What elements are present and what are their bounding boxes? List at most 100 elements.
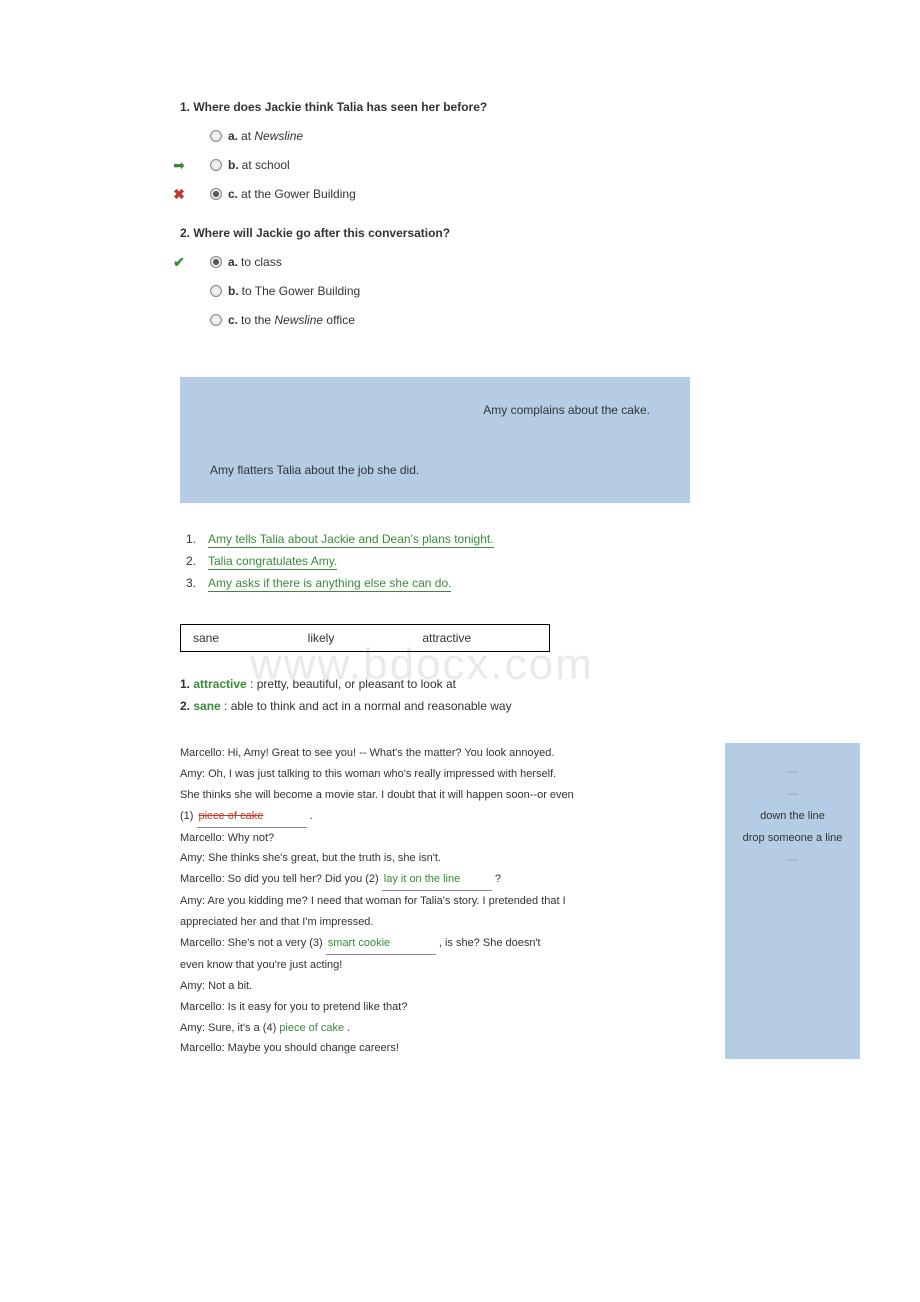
dlg-l4a: (1) (180, 810, 197, 822)
dlg-l4: (1) piece of cake . (180, 806, 705, 828)
radio-icon-selected[interactable] (210, 188, 222, 200)
ordered-answers: 1. Amy tells Talia about Jackie and Dean'… (180, 528, 860, 594)
word-bank: sane likely attractive (180, 624, 550, 652)
blank-1[interactable]: piece of cake (197, 806, 307, 828)
dlg-l10b: , is she? She doesn't (436, 937, 541, 949)
q1-b-label: b. (228, 158, 239, 172)
q2-a-text: to class (241, 255, 282, 269)
dialogue-section: Marcello: Hi, Amy! Great to see you! -- … (180, 743, 860, 1059)
definition-1: 1. attractive : pretty, beautiful, or pl… (180, 677, 860, 691)
q1-option-a[interactable]: a. at Newsline (180, 129, 860, 143)
dlg-l12: Amy: Not a bit. (180, 976, 705, 997)
q1-b-text: at school (242, 158, 290, 172)
dlg-l6: Amy: She thinks she's great, but the tru… (180, 848, 705, 869)
q2-option-b[interactable]: b. to The Gower Building (180, 284, 860, 298)
word-sane: sane (193, 631, 308, 645)
word-attractive: attractive (422, 631, 537, 645)
list-item-3: 3. Amy asks if there is anything else she… (180, 572, 860, 594)
arrow-icon (170, 156, 188, 174)
dlg-l9: appreciated her and that I'm impressed. (180, 912, 705, 933)
radio-icon[interactable] (210, 159, 222, 171)
dlg-l15: Marcello: Maybe you should change career… (180, 1038, 705, 1059)
dlg-l7b: ? (492, 873, 501, 885)
q2-b-text: to The Gower Building (242, 284, 361, 298)
dlg-l2: Amy: Oh, I was just talking to this woma… (180, 764, 705, 785)
ordering-box: |Amy complains about the cake. Amy flatt… (180, 377, 690, 503)
q1-a-pre: at (241, 129, 254, 143)
li2-num: 2. (186, 554, 196, 568)
q2-prompt: Where will Jackie go after this conversa… (193, 226, 450, 240)
idiom-1: down the line (737, 805, 848, 827)
q1-c-text: at the Gower Building (241, 187, 356, 201)
blank-3[interactable]: smart cookie (326, 933, 436, 955)
dlg-l14a: Amy: Sure, it's a (4) (180, 1022, 279, 1034)
box-text-1: Amy complains about the cake. (483, 403, 650, 417)
radio-icon[interactable] (210, 130, 222, 142)
q1-c-label: c. (228, 187, 238, 201)
dlg-l4b: . (307, 810, 313, 822)
dlg-l14b: . (344, 1022, 350, 1034)
q1-prompt: Where does Jackie think Talia has seen h… (193, 100, 487, 114)
x-icon (170, 185, 188, 203)
q1-option-c[interactable]: c. at the Gower Building (180, 187, 860, 201)
box-text-2: Amy flatters Talia about the job she did… (210, 455, 660, 485)
li3-text: Amy asks if there is anything else she c… (208, 576, 451, 592)
blank-4[interactable]: piece of cake (279, 1022, 344, 1034)
list-item-1: 1. Amy tells Talia about Jackie and Dean'… (180, 528, 860, 550)
question-2: 2. Where will Jackie go after this conve… (180, 226, 860, 327)
dlg-l3: She thinks she will become a movie star.… (180, 785, 705, 806)
li1-num: 1. (186, 532, 196, 546)
q1-a-italic: Newsline (254, 129, 303, 143)
li3-num: 3. (186, 576, 196, 590)
q2-a-label: a. (228, 255, 238, 269)
def1-text: : pretty, beautiful, or pleasant to look… (247, 677, 456, 691)
word-likely: likely (308, 631, 423, 645)
question-1: 1. Where does Jackie think Talia has see… (180, 100, 860, 201)
q2-option-c[interactable]: c. to the Newsline office (180, 313, 860, 327)
check-icon (170, 253, 188, 271)
list-item-2: 2. Talia congratulates Amy. (180, 550, 860, 572)
q1-a-text: at Newsline (241, 129, 303, 143)
dlg-l10a: Marcello: She's not a very (3) (180, 937, 326, 949)
q2-c-italic: Newsline (274, 313, 323, 327)
li1-text: Amy tells Talia about Jackie and Dean's … (208, 532, 494, 548)
dlg-l11: even know that you're just acting! (180, 955, 705, 976)
page-content: 1. Where does Jackie think Talia has see… (180, 100, 860, 1059)
q2-option-a[interactable]: a. to class (180, 255, 860, 269)
radio-icon[interactable] (210, 314, 222, 326)
dlg-l5: Marcello: Why not? (180, 828, 705, 849)
question-1-text: 1. Where does Jackie think Talia has see… (180, 100, 860, 114)
dialogue-text: Marcello: Hi, Amy! Great to see you! -- … (180, 743, 705, 1059)
radio-icon-selected[interactable] (210, 256, 222, 268)
dlg-l1: Marcello: Hi, Amy! Great to see you! -- … (180, 743, 705, 764)
idiom-2: drop someone a line (737, 827, 848, 849)
dash-2: — (737, 783, 848, 805)
q2-b-label: b. (228, 284, 239, 298)
q2-c-text: to the Newsline office (241, 313, 355, 327)
def2-text: : able to think and act in a normal and … (221, 699, 512, 713)
dlg-l13: Marcello: Is it easy for you to pretend … (180, 997, 705, 1018)
q2-c-post: office (323, 313, 355, 327)
def1-num: 1. (180, 677, 190, 691)
q2-c-pre: to the (241, 313, 274, 327)
def2-num: 2. (180, 699, 190, 713)
dlg-l7a: Marcello: So did you tell her? Did you (… (180, 873, 382, 885)
question-2-text: 2. Where will Jackie go after this conve… (180, 226, 860, 240)
q1-option-b[interactable]: b. at school (180, 158, 860, 172)
box-line-1: |Amy complains about the cake. (210, 395, 660, 425)
dlg-l7: Marcello: So did you tell her? Did you (… (180, 869, 705, 891)
radio-icon[interactable] (210, 285, 222, 297)
q1-a-label: a. (228, 129, 238, 143)
definition-2: 2. sane : able to think and act in a nor… (180, 699, 860, 713)
idiom-bank: — — down the line drop someone a line — (725, 743, 860, 1059)
dash-3: — (737, 849, 848, 871)
dlg-l8: Amy: Are you kidding me? I need that wom… (180, 891, 705, 912)
def2-word: sane (193, 699, 220, 713)
def1-word: attractive (193, 677, 246, 691)
blank-2[interactable]: lay it on the line (382, 869, 492, 891)
dlg-l14: Amy: Sure, it's a (4) piece of cake . (180, 1018, 705, 1039)
dash-1: — (737, 761, 848, 783)
q2-c-label: c. (228, 313, 238, 327)
li2-text: Talia congratulates Amy. (208, 554, 337, 570)
dlg-l10: Marcello: She's not a very (3) smart coo… (180, 933, 705, 955)
